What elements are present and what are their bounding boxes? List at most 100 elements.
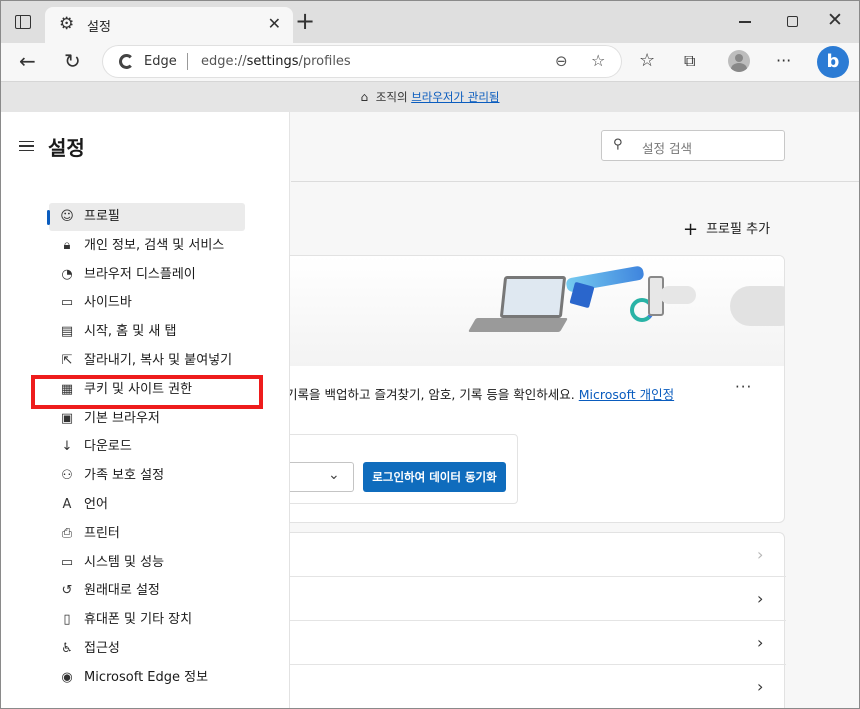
refresh-icon[interactable]: ↻	[64, 50, 81, 72]
chevron-down-icon: ⌄	[328, 467, 340, 483]
site-label: Edge	[144, 54, 177, 69]
accessibility-icon: ♿︎	[59, 635, 75, 663]
lock-icon: 🔒︎	[59, 232, 75, 260]
managed-prefix: 조직의	[376, 90, 408, 104]
sidebar-item-profile[interactable]: ☺ 프로필	[49, 203, 245, 231]
sidebar-item-accessibility[interactable]: ♿︎ 접근성	[49, 635, 245, 663]
sidebar-item-label: 원래대로 설정	[84, 577, 160, 605]
profile-icon: ☺	[59, 203, 75, 231]
sidebar-item-downloads[interactable]: ↓ 다운로드	[49, 433, 245, 461]
browser-icon: ▣	[59, 405, 75, 433]
list-item[interactable]: ›	[290, 665, 786, 709]
edge-icon: ◉	[59, 664, 75, 692]
more-options-icon[interactable]: ···	[735, 378, 752, 396]
phone-icon: ▯	[59, 606, 75, 634]
family-icon: ⚇	[59, 462, 75, 490]
main-content: ⚲ 설정 검색 + 프로필 추가 기록을 백업하고 즐겨찾기, 암호, 기록 등을…	[291, 112, 859, 709]
sidebar-item-start-home[interactable]: ▤ 시작, 홈 및 새 탭	[49, 318, 245, 346]
sidebar-item-about[interactable]: ◉ Microsoft Edge 정보	[49, 664, 245, 692]
sidebar-item-printers[interactable]: ⎙ 프린터	[49, 520, 245, 548]
add-profile-label: 프로필 추가	[706, 222, 770, 237]
sidebar-item-label: 시작, 홈 및 새 탭	[84, 318, 176, 346]
minimize-icon[interactable]	[739, 21, 751, 23]
sidebar-item-label: 가족 보호 설정	[84, 462, 164, 490]
laptop-base-illustration	[468, 318, 568, 332]
search-placeholder: 설정 검색	[642, 138, 692, 157]
collections-icon[interactable]: ⧉	[684, 50, 695, 72]
list-item[interactable]: ›	[290, 621, 786, 665]
chevron-right-icon: ›	[757, 545, 763, 564]
managed-notice: ⌂ 조직의 브라우저가 관리됨	[1, 81, 859, 112]
plus-icon: +	[683, 219, 698, 240]
header-divider	[291, 181, 859, 182]
language-icon: A	[59, 491, 75, 519]
more-menu-icon[interactable]: ···	[776, 50, 791, 72]
address-separator	[187, 53, 188, 70]
sidebar-item-system[interactable]: ▭ 시스템 및 성능	[49, 549, 245, 577]
sidebar-item-label: 프로필	[84, 203, 120, 231]
add-favorite-icon[interactable]: ☆	[591, 51, 605, 70]
sidebar-item-label: 개인 정보, 검색 및 서비스	[84, 232, 224, 260]
sidebar-item-appearance[interactable]: ◔ 브라우저 디스플레이	[49, 261, 245, 289]
highlight-box	[31, 375, 263, 409]
account-dropdown[interactable]: ⌄	[289, 462, 354, 492]
sync-illustration	[290, 256, 785, 366]
list-item[interactable]: ›	[290, 533, 786, 577]
sidebar-item-privacy[interactable]: 🔒︎ 개인 정보, 검색 및 서비스	[49, 232, 245, 260]
data-block-illustration	[569, 282, 594, 308]
avatar[interactable]	[728, 50, 750, 72]
tab-actions-icon[interactable]	[15, 15, 31, 29]
sidebar-item-label: Microsoft Edge 정보	[84, 664, 208, 692]
sidebar-item-label: 시스템 및 성능	[84, 549, 164, 577]
download-icon: ↓	[59, 433, 75, 461]
sidebar-item-label: 프린터	[84, 520, 120, 548]
url-text[interactable]: edge://settings/profiles	[201, 54, 351, 69]
palette-icon: ◔	[59, 261, 75, 289]
tab-title: 설정	[87, 16, 111, 35]
microsoft-account-link[interactable]: Microsoft 개인정	[579, 387, 674, 402]
maximize-icon[interactable]	[787, 16, 798, 27]
gear-icon: ⚙	[59, 16, 74, 33]
tab-settings[interactable]: ⚙ 설정 ✕	[45, 7, 293, 43]
laptop-icon: ▭	[59, 549, 75, 577]
window-close-icon[interactable]: ✕	[827, 9, 843, 31]
add-profile-button[interactable]: + 프로필 추가	[683, 218, 770, 240]
tab-bar: ⚙ 설정 ✕ + ✕	[1, 1, 859, 43]
sidebar-item-label: 접근성	[84, 635, 120, 663]
sidebar-item-label: 잘라내기, 복사 및 붙여넣기	[84, 347, 232, 375]
page-title: 설정	[48, 132, 85, 161]
sign-in-sync-button[interactable]: 로그인하여 데이터 동기화	[363, 462, 506, 492]
bing-icon[interactable]: b	[817, 46, 849, 78]
favorites-icon[interactable]: ☆	[639, 50, 655, 72]
home-icon: ▤	[59, 318, 75, 346]
printer-icon: ⎙	[59, 520, 75, 548]
managed-link[interactable]: 브라우저가 관리됨	[411, 90, 499, 104]
profile-card: 기록을 백업하고 즐겨찾기, 암호, 기록 등을 확인하세요.Microsoft…	[289, 255, 785, 523]
close-tab-icon[interactable]: ✕	[268, 14, 281, 33]
sidebar-item-sidebar[interactable]: ▭ 사이드바	[49, 289, 245, 317]
settings-search-input[interactable]: ⚲ 설정 검색	[601, 130, 785, 161]
sidebar-item-share-copy[interactable]: ⇱ 잘라내기, 복사 및 붙여넣기	[49, 347, 245, 375]
sidebar-item-reset[interactable]: ↺ 원래대로 설정	[49, 577, 245, 605]
sidebar-item-family[interactable]: ⚇ 가족 보호 설정	[49, 462, 245, 490]
zoom-out-icon[interactable]: ⊖	[555, 52, 568, 70]
edge-icon	[119, 54, 134, 69]
sidebar-item-label: 언어	[84, 491, 108, 519]
sidebar-item-default-browser[interactable]: ▣ 기본 브라우저	[49, 405, 245, 433]
laptop-illustration	[500, 276, 566, 318]
cloud-icon	[730, 286, 785, 326]
list-item[interactable]: ›	[290, 577, 786, 621]
chevron-right-icon: ›	[757, 633, 763, 652]
browser-window: ⚙ 설정 ✕ + ✕ ← ↻ Edge edge://settings/prof…	[0, 0, 860, 709]
menu-icon[interactable]	[19, 141, 34, 151]
profile-description: 기록을 백업하고 즐겨찾기, 암호, 기록 등을 확인하세요.Microsoft…	[289, 384, 674, 403]
navigation-toolbar: ← ↻ Edge edge://settings/profiles ⊖ ☆ ☆ …	[1, 43, 859, 81]
new-tab-icon[interactable]: +	[295, 9, 315, 33]
sidebar-item-label: 다운로드	[84, 433, 132, 461]
sidebar-item-phone[interactable]: ▯ 휴대폰 및 기타 장치	[49, 606, 245, 634]
address-bar[interactable]: Edge edge://settings/profiles ⊖ ☆	[103, 46, 621, 77]
sidebar-item-label: 기본 브라우저	[84, 405, 160, 433]
back-arrow-icon[interactable]: ←	[19, 50, 36, 72]
sidebar-item-label: 휴대폰 및 기타 장치	[84, 606, 192, 634]
sidebar-item-languages[interactable]: A 언어	[49, 491, 245, 519]
